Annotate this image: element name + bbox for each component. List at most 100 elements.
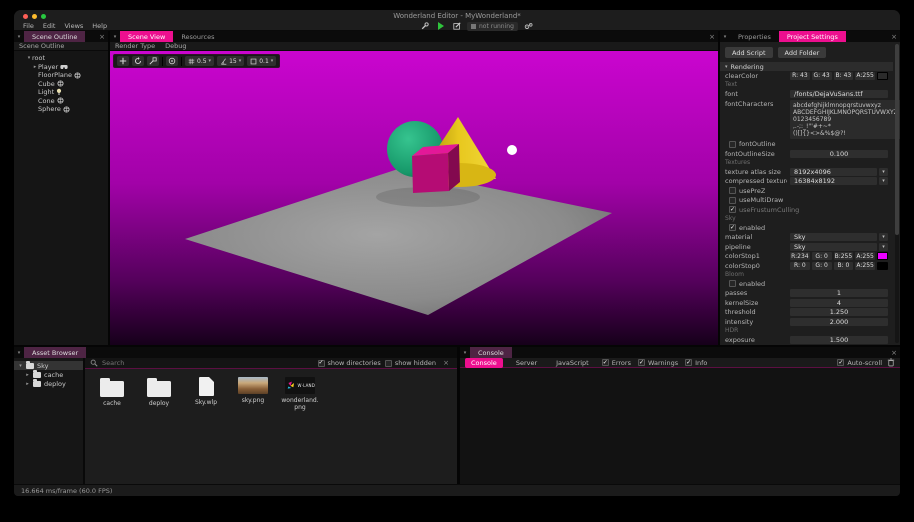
tab-properties[interactable]: Properties: [730, 31, 779, 42]
filter-server[interactable]: Server: [510, 358, 543, 368]
errors-toggle[interactable]: ✓ Errors: [602, 359, 631, 367]
chevron-down-icon[interactable]: ▾: [879, 168, 888, 176]
tree-node-cube[interactable]: Cube: [14, 80, 108, 89]
autoscroll-toggle[interactable]: ✓ Auto-scroll: [837, 359, 882, 367]
translate-tool-button[interactable]: [117, 56, 129, 66]
tab-scene-outline[interactable]: Scene Outline: [24, 31, 85, 42]
textureatlassize-select[interactable]: 8192x4096: [790, 168, 877, 176]
grid-snap-control[interactable]: 0.5 ▾: [185, 56, 214, 66]
tree-node-player[interactable]: ▸ Player: [14, 63, 108, 72]
colorstop1-b-input[interactable]: B:255: [834, 252, 854, 260]
threshold-input[interactable]: 1.250: [790, 308, 888, 316]
panel-menu-icon[interactable]: ▾: [720, 31, 730, 42]
asset-tree-sky[interactable]: ▾ Sky: [14, 361, 83, 370]
intensity-input[interactable]: 2.000: [790, 318, 888, 326]
viewport-3d[interactable]: 0.5 ▾ 15 ▾ 0.1 ▾: [110, 51, 718, 345]
filter-javascript[interactable]: JavaScript: [550, 358, 595, 368]
properties-scrollbar[interactable]: [895, 44, 899, 343]
clearcolor-r-input[interactable]: R: 43: [790, 72, 810, 80]
scale-snap-control[interactable]: 0.1 ▾: [247, 56, 276, 66]
close-icon[interactable]: ×: [706, 31, 718, 42]
tab-resources[interactable]: Resources: [173, 31, 222, 42]
asset-item-skypng[interactable]: sky.png: [234, 377, 272, 405]
panel-menu-icon[interactable]: ▾: [14, 347, 24, 358]
colorstop1-g-input[interactable]: G: 0: [812, 252, 832, 260]
close-icon[interactable]: ×: [888, 347, 900, 358]
asset-item-wonderlandpng[interactable]: W·LAND wonderland.png: [281, 377, 319, 411]
panel-menu-icon[interactable]: ▾: [460, 347, 470, 358]
close-icon[interactable]: ×: [96, 31, 108, 42]
colorstop0-b-input[interactable]: B: 0: [834, 262, 854, 270]
console-output[interactable]: [460, 368, 900, 484]
colorstop1-a-input[interactable]: A:255: [855, 252, 875, 260]
colorstop0-g-input[interactable]: G: 0: [812, 262, 832, 270]
close-window-button[interactable]: [23, 14, 28, 19]
fontoutlinesize-input[interactable]: 0.100: [790, 150, 888, 158]
kernelsize-input[interactable]: 4: [790, 299, 888, 307]
search-input[interactable]: Search: [102, 359, 314, 367]
passes-input[interactable]: 1: [790, 289, 888, 297]
close-icon[interactable]: ×: [440, 359, 452, 367]
fontcharacters-input[interactable]: abcdefghijklmnopqrstuvwxyz ABCDEFGHIJKLM…: [790, 100, 900, 139]
chevron-down-icon[interactable]: ▾: [18, 363, 23, 369]
asset-tree-cache[interactable]: ▸ cache: [14, 370, 83, 379]
info-checkbox[interactable]: ✓: [685, 359, 692, 366]
panel-menu-icon[interactable]: ▾: [110, 31, 120, 42]
compressedtextureatlassize-select[interactable]: 16384x8192: [790, 177, 877, 185]
warnings-toggle[interactable]: ✓ Warnings: [638, 359, 678, 367]
useprez-checkbox[interactable]: [729, 187, 736, 194]
angle-snap-control[interactable]: 15 ▾: [217, 56, 244, 66]
tree-node-light[interactable]: Light: [14, 88, 108, 97]
asset-item-cache[interactable]: cache: [93, 377, 131, 408]
colorstop0-swatch[interactable]: [877, 262, 888, 270]
filter-console[interactable]: Console: [465, 358, 503, 368]
asset-item-skywlp[interactable]: Sky.wlp: [187, 377, 225, 407]
colorstop0-a-input[interactable]: A:255: [855, 262, 875, 270]
trash-icon[interactable]: [887, 358, 895, 367]
autoscroll-checkbox[interactable]: ✓: [837, 359, 844, 366]
chevron-right-icon[interactable]: ▸: [25, 381, 30, 387]
exposure-input[interactable]: 1.500: [790, 336, 888, 344]
colorstop0-r-input[interactable]: R: 0: [790, 262, 810, 270]
pipeline-select[interactable]: Sky: [790, 243, 877, 251]
menu-edit[interactable]: Edit: [43, 22, 56, 30]
usemultidraw-checkbox[interactable]: [729, 197, 736, 204]
show-hidden-checkbox[interactable]: [385, 360, 392, 367]
open-editor-button[interactable]: [451, 21, 462, 31]
asset-tree-deploy[interactable]: ▸ deploy: [14, 379, 83, 388]
run-button[interactable]: [435, 21, 446, 31]
show-hidden-toggle[interactable]: show hidden: [385, 359, 436, 367]
sky-enabled-checkbox[interactable]: ✓: [729, 224, 736, 231]
clearcolor-g-input[interactable]: G: 43: [812, 72, 832, 80]
errors-checkbox[interactable]: ✓: [602, 359, 609, 366]
colorstop1-r-input[interactable]: R:234: [790, 252, 810, 260]
settings-button[interactable]: [523, 21, 534, 31]
add-script-button[interactable]: Add Script: [725, 47, 773, 58]
scrollbar-thumb[interactable]: [895, 44, 899, 235]
show-directories-checkbox[interactable]: ✓: [318, 360, 325, 367]
rotate-tool-button[interactable]: [132, 56, 144, 66]
tab-console[interactable]: Console: [470, 347, 512, 358]
tree-node-root[interactable]: ▾ root: [14, 54, 108, 63]
fontoutline-checkbox[interactable]: [729, 141, 736, 148]
add-folder-button[interactable]: Add Folder: [778, 47, 827, 58]
close-icon[interactable]: ×: [888, 31, 900, 42]
panel-menu-icon[interactable]: ▾: [14, 31, 24, 42]
clearcolor-a-input[interactable]: A:255: [855, 72, 875, 80]
clearcolor-b-input[interactable]: B: 43: [834, 72, 854, 80]
minimize-window-button[interactable]: [32, 14, 37, 19]
font-input[interactable]: /fonts/DejaVuSans.ttf: [790, 90, 888, 98]
show-directories-toggle[interactable]: ✓ show directories: [318, 359, 381, 367]
chevron-down-icon[interactable]: ▾: [879, 243, 888, 251]
bloom-enabled-checkbox[interactable]: [729, 280, 736, 287]
chevron-down-icon[interactable]: ▾: [879, 233, 888, 241]
tab-asset-browser[interactable]: Asset Browser: [24, 347, 86, 358]
tab-project-settings[interactable]: Project Settings: [779, 31, 846, 42]
menu-help[interactable]: Help: [92, 22, 107, 30]
chevron-right-icon[interactable]: ▸: [25, 372, 30, 378]
package-button[interactable]: [419, 21, 430, 31]
warnings-checkbox[interactable]: ✓: [638, 359, 645, 366]
colorstop1-swatch[interactable]: [877, 252, 888, 260]
usefrustumculling-checkbox[interactable]: ✓: [729, 206, 736, 213]
chevron-down-icon[interactable]: ▾: [879, 177, 888, 185]
